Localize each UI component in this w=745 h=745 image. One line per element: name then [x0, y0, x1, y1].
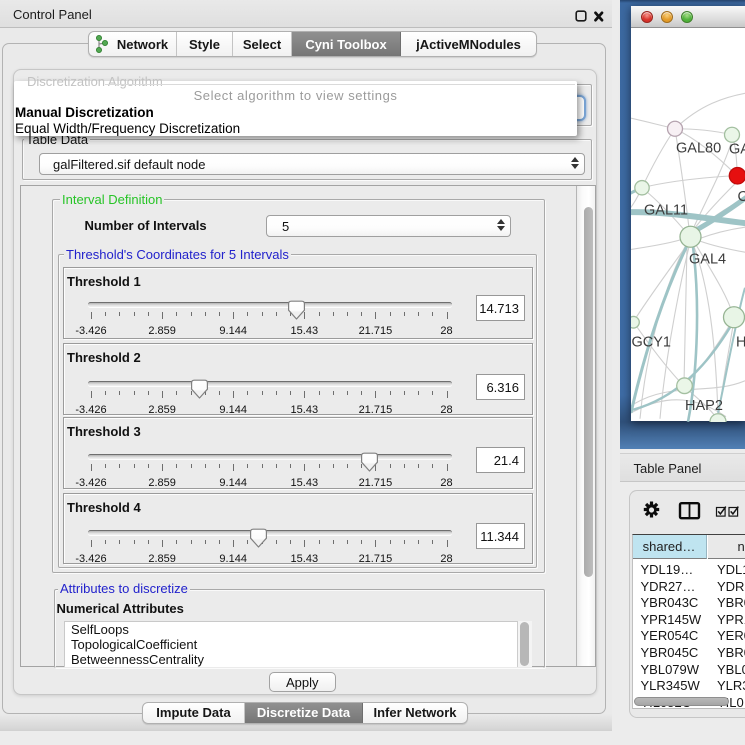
svg-text:GAL4: GAL4 — [689, 251, 726, 267]
svg-text:GA: GA — [729, 141, 745, 157]
svg-text:HAP2: HAP2 — [685, 397, 723, 413]
svg-text:GCY1: GCY1 — [632, 334, 672, 350]
svg-text:C: C — [738, 188, 745, 204]
svg-text:H: H — [736, 334, 745, 350]
svg-text:GAL80: GAL80 — [676, 140, 721, 156]
svg-text:GAL11: GAL11 — [644, 202, 688, 218]
